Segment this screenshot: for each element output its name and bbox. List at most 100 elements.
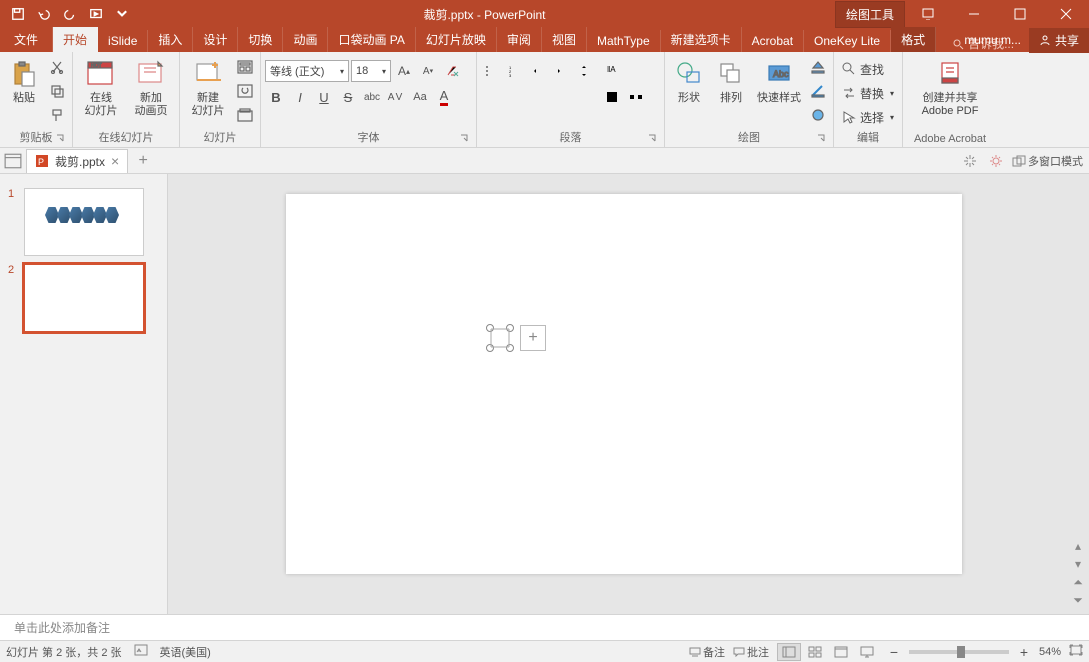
align-left-button[interactable] <box>481 86 503 108</box>
align-text-button[interactable] <box>601 86 623 108</box>
zoom-level[interactable]: 54% <box>1039 646 1061 658</box>
columns-button[interactable] <box>577 86 599 108</box>
zoom-in-button[interactable]: + <box>1017 644 1031 660</box>
slide-canvas[interactable]: + <box>286 194 962 574</box>
tab-format[interactable]: 格式 <box>891 27 936 52</box>
tab-review[interactable]: 审阅 <box>497 27 542 52</box>
para-launcher[interactable] <box>646 133 658 145</box>
tab-insert[interactable]: 插入 <box>148 27 193 52</box>
tab-acrobat[interactable]: Acrobat <box>742 30 804 52</box>
redo-button[interactable] <box>58 2 82 26</box>
draw-launcher[interactable] <box>815 133 827 145</box>
bullets-button[interactable] <box>481 60 503 82</box>
clipboard-launcher[interactable] <box>54 133 66 145</box>
tab-newtab[interactable]: 新建选项卡 <box>661 27 742 52</box>
new-slide-button[interactable]: 新建 幻灯片 <box>184 54 232 118</box>
tab-file[interactable]: 文件 <box>0 27 53 52</box>
slide-thumbnail-2[interactable] <box>24 264 144 332</box>
smartart-convert-button[interactable] <box>625 86 647 108</box>
bold-button[interactable]: B <box>265 86 287 108</box>
document-tab[interactable]: P 裁剪.pptx × <box>26 149 128 173</box>
tab-home[interactable]: 开始 <box>53 27 98 52</box>
underline-button[interactable]: U <box>313 86 335 108</box>
shape-fill-button[interactable] <box>807 56 829 78</box>
tab-design[interactable]: 设计 <box>193 27 238 52</box>
zoom-out-button[interactable]: − <box>887 644 901 660</box>
shadow-button[interactable]: abc <box>361 86 383 108</box>
reading-view-button[interactable] <box>829 643 853 661</box>
editor-scrollbar[interactable]: ▴ ▾ ⏶ ⏷ <box>1069 174 1087 614</box>
change-case-button[interactable]: Aa <box>409 86 431 108</box>
ribbon-display-options[interactable] <box>905 0 951 28</box>
reset-button[interactable] <box>234 80 256 102</box>
clear-format-button[interactable] <box>441 60 463 82</box>
notes-toggle[interactable]: 备注 <box>689 644 725 660</box>
paste-button[interactable]: 粘贴 <box>4 54 44 105</box>
slide-editor[interactable]: + ▴ ▾ ⏶ ⏷ <box>168 174 1089 614</box>
new-anim-page-button[interactable]: 新加 动画页 <box>127 54 175 118</box>
align-center-button[interactable] <box>505 86 527 108</box>
user-name[interactable]: mumu m... <box>956 33 1029 47</box>
share-button[interactable]: 共享 <box>1029 28 1089 53</box>
tab-transition[interactable]: 切换 <box>238 27 283 52</box>
numbering-button[interactable]: 123 <box>505 60 527 82</box>
char-spacing-button[interactable]: AV <box>385 86 407 108</box>
slideshow-view-button[interactable] <box>855 643 879 661</box>
zoom-slider[interactable] <box>909 650 1009 654</box>
select-button[interactable]: 选择▾ <box>838 106 898 128</box>
start-from-beginning-button[interactable] <box>84 2 108 26</box>
arrange-button[interactable]: 排列 <box>711 54 751 105</box>
slide-thumbnail-panel[interactable]: 1 2 <box>0 174 168 614</box>
shape-effects-button[interactable] <box>807 104 829 126</box>
sorter-view-button[interactable] <box>803 643 827 661</box>
slide-thumbnail-1[interactable] <box>24 188 144 256</box>
tab-islide[interactable]: iSlide <box>98 30 148 52</box>
replace-button[interactable]: 替换▾ <box>838 82 898 104</box>
decrease-indent-button[interactable] <box>529 60 551 82</box>
font-name-select[interactable]: 等线 (正文)▾ <box>265 60 349 82</box>
normal-view-button[interactable] <box>777 643 801 661</box>
fit-to-window-button[interactable] <box>1069 644 1083 659</box>
tab-slideshow[interactable]: 幻灯片放映 <box>416 27 497 52</box>
font-launcher[interactable] <box>458 133 470 145</box>
add-tab-button[interactable]: + <box>132 150 154 172</box>
maximize-button[interactable] <box>997 0 1043 28</box>
tool-sparkle-icon[interactable] <box>960 151 980 171</box>
shapes-button[interactable]: 形状 <box>669 54 709 105</box>
close-button[interactable] <box>1043 0 1089 28</box>
find-button[interactable]: 查找 <box>838 58 888 80</box>
shape-outline-button[interactable] <box>807 80 829 102</box>
multi-window-mode-button[interactable]: 多窗口模式 <box>1012 153 1083 169</box>
font-color-button[interactable]: A <box>433 86 455 108</box>
align-right-button[interactable] <box>529 86 551 108</box>
tab-onekey[interactable]: OneKey Lite <box>804 30 891 52</box>
section-button[interactable] <box>234 104 256 126</box>
save-button[interactable] <box>6 2 30 26</box>
tab-pocket-anim[interactable]: 口袋动画 PA <box>328 27 415 52</box>
content-placeholder[interactable]: + <box>486 324 548 352</box>
close-tab-button[interactable]: × <box>111 153 119 169</box>
text-direction-button[interactable]: ‖A <box>601 60 623 82</box>
italic-button[interactable]: I <box>289 86 311 108</box>
online-slide-button[interactable]: HOT 在线 幻灯片 <box>77 54 125 118</box>
scroll-down-button[interactable]: ▾ <box>1070 556 1086 572</box>
copy-button[interactable] <box>46 80 68 102</box>
prev-slide-button[interactable]: ⏶ <box>1070 574 1086 590</box>
tab-mathtype[interactable]: MathType <box>587 30 661 52</box>
qat-dropdown[interactable] <box>110 2 134 26</box>
cut-button[interactable] <box>46 56 68 78</box>
format-painter-button[interactable] <box>46 104 68 126</box>
create-share-pdf-button[interactable]: 创建并共享 Adobe PDF <box>907 54 993 118</box>
comments-toggle[interactable]: 批注 <box>733 644 769 660</box>
language-indicator[interactable]: 英语(美国) <box>160 644 211 660</box>
window-list-icon[interactable] <box>4 152 22 170</box>
spell-check-icon[interactable] <box>134 644 148 659</box>
layout-button[interactable] <box>234 56 256 78</box>
insert-content-button[interactable]: + <box>520 325 546 351</box>
decrease-font-button[interactable]: A▾ <box>417 60 439 82</box>
minimize-button[interactable] <box>951 0 997 28</box>
undo-button[interactable] <box>32 2 56 26</box>
notes-pane[interactable]: 单击此处添加备注 <box>0 614 1089 640</box>
scroll-up-button[interactable]: ▴ <box>1070 538 1086 554</box>
tab-view[interactable]: 视图 <box>542 27 587 52</box>
